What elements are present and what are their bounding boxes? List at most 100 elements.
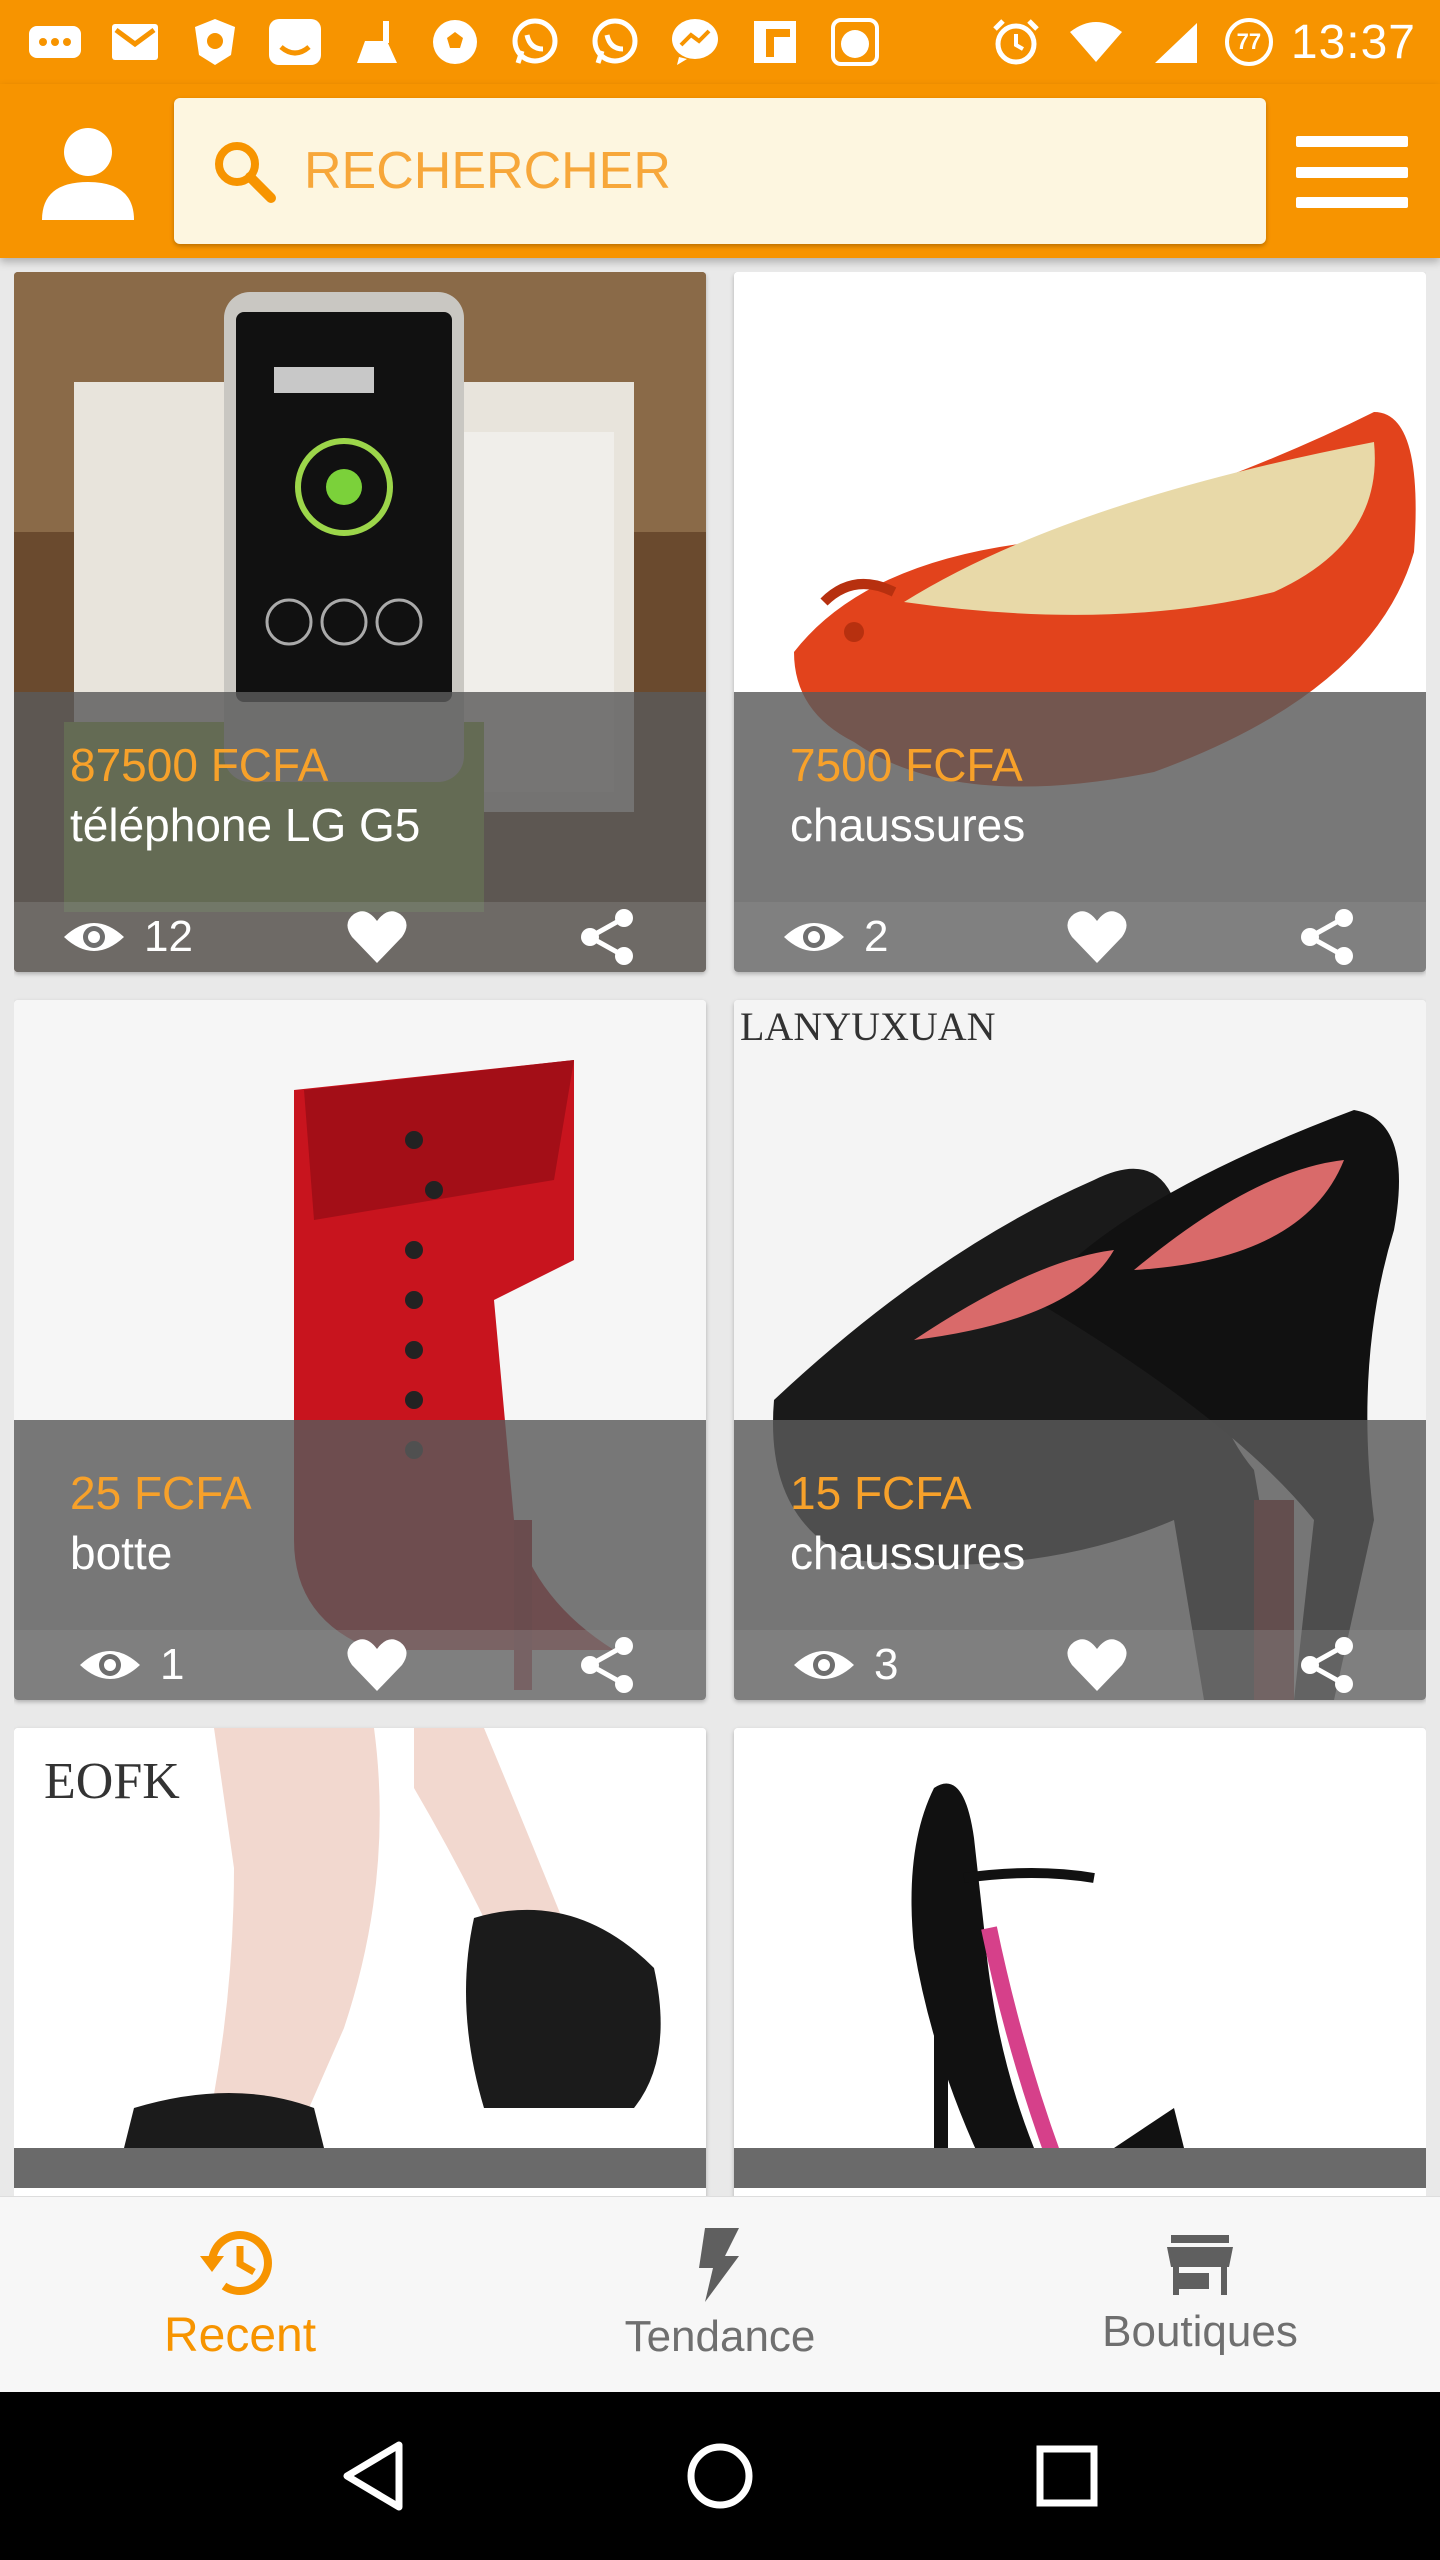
system-status: 77 13:37 [985, 14, 1416, 70]
like-button[interactable] [1062, 1634, 1132, 1696]
views-counter: 1 [78, 1640, 302, 1690]
views-counter: 3 [792, 1640, 1022, 1690]
eye-icon [80, 1651, 140, 1679]
product-price: 25 FCFA [70, 1467, 252, 1519]
product-card[interactable]: EOFK [14, 1728, 706, 2196]
product-actions: 2 [734, 902, 1426, 972]
heart-icon [1067, 911, 1127, 963]
notification-icons [24, 14, 985, 70]
home-circle-icon [687, 2443, 753, 2509]
product-grid[interactable]: 87500 FCFA téléphone LG G5 12 7500 FCFA … [14, 272, 1426, 2196]
views-count: 2 [864, 912, 889, 961]
menu-icon-bar [1296, 197, 1408, 208]
tab-recent[interactable]: Recent [0, 2197, 480, 2392]
views-counter: 2 [782, 912, 1022, 962]
app-chat-icon [264, 14, 326, 70]
search-bar[interactable] [174, 98, 1266, 244]
product-card[interactable]: 7500 FCFA chaussures 2 [734, 272, 1426, 972]
eye-icon [794, 1651, 854, 1679]
back-triangle-icon [343, 2441, 403, 2511]
flipboard-icon [744, 14, 806, 70]
tab-label: Recent [163, 2309, 317, 2362]
menu-icon-bar [1296, 166, 1408, 178]
like-button[interactable] [342, 1634, 412, 1696]
tab-label: Boutiques [1102, 2306, 1298, 2356]
whatsapp-icon-2 [584, 14, 646, 70]
product-card[interactable]: 87500 FCFA téléphone LG G5 12 [14, 272, 706, 972]
eye-icon [64, 923, 124, 951]
back-button[interactable] [328, 2431, 418, 2521]
battery-level: 77 [1236, 29, 1262, 54]
product-card[interactable] [734, 1728, 1426, 2196]
product-actions: 1 [14, 1630, 706, 1700]
share-icon [581, 909, 633, 965]
product-info: 15 FCFA chaussures [734, 1420, 1426, 1630]
views-count: 1 [160, 1640, 185, 1689]
share-button[interactable] [572, 1634, 642, 1696]
bottom-nav: Recent Tendance Boutiques [0, 2196, 1440, 2392]
views-count: 12 [144, 912, 193, 961]
heart-icon [1067, 1639, 1127, 1691]
heart-icon [347, 1639, 407, 1691]
wifi-icon [1065, 14, 1127, 70]
eye-icon [784, 923, 844, 951]
search-input[interactable] [304, 141, 1204, 201]
product-title: chaussures [790, 1527, 1026, 1579]
signal-icon [1145, 14, 1207, 70]
brand-watermark: LANYUXUAN [740, 1004, 996, 1049]
profile-button[interactable] [30, 114, 146, 230]
battery-badge: 77 [1224, 18, 1273, 66]
notification-count-icon [824, 14, 886, 70]
tab-boutiques[interactable]: Boutiques [960, 2197, 1440, 2392]
share-icon [1301, 1637, 1353, 1693]
system-nav-bar [0, 2392, 1440, 2560]
flash-icon [699, 2227, 739, 2302]
gmail-icon [104, 14, 166, 70]
views-count: 3 [874, 1640, 899, 1689]
product-image: EOFK [14, 1728, 706, 2196]
product-actions: 3 [734, 1630, 1426, 1700]
product-card[interactable]: 25 FCFA botte 1 [14, 1000, 706, 1700]
menu-button[interactable] [1292, 124, 1412, 220]
app-shield-icon [184, 14, 246, 70]
product-info: 87500 FCFA téléphone LG G5 [14, 692, 706, 902]
heart-icon [347, 911, 407, 963]
product-actions: 12 [14, 902, 706, 972]
user-icon [42, 128, 134, 220]
history-icon [200, 2231, 272, 2295]
product-title: botte [70, 1527, 173, 1579]
product-title: chaussures [790, 799, 1026, 851]
share-icon [1301, 909, 1353, 965]
like-button[interactable] [342, 906, 412, 968]
whatsapp-icon [504, 14, 566, 70]
product-info: 7500 FCFA chaussures [734, 692, 1426, 902]
share-button[interactable] [572, 906, 642, 968]
home-button[interactable] [675, 2431, 765, 2521]
messenger-icon [664, 14, 726, 70]
store-icon [1167, 2234, 1233, 2295]
product-title: téléphone LG G5 [70, 799, 421, 851]
recents-button[interactable] [1022, 2431, 1112, 2521]
views-counter: 12 [62, 912, 302, 962]
cleaner-icon [344, 14, 406, 70]
app-bar [0, 84, 1440, 258]
like-button[interactable] [1062, 906, 1132, 968]
share-icon [581, 1637, 633, 1693]
clock: 13:37 [1290, 15, 1416, 69]
soccer-ball-icon [424, 14, 486, 70]
product-card[interactable]: LANYUXUAN 15 FCFA chaussures 3 [734, 1000, 1426, 1700]
alarm-icon [985, 14, 1047, 70]
brand-watermark: EOFK [44, 1753, 180, 1810]
share-button[interactable] [1292, 1634, 1362, 1696]
product-price: 7500 FCFA [790, 739, 1023, 791]
product-price: 15 FCFA [790, 1467, 972, 1519]
product-image [734, 1728, 1426, 2196]
share-button[interactable] [1292, 906, 1362, 968]
menu-icon [1296, 136, 1408, 147]
tab-tendance[interactable]: Tendance [480, 2197, 960, 2392]
product-price: 87500 FCFA [70, 739, 329, 791]
messages-icon [24, 14, 86, 70]
status-bar: 77 13:37 [0, 0, 1440, 84]
recents-square-icon [1036, 2445, 1098, 2507]
product-info: 25 FCFA botte [14, 1420, 706, 1630]
